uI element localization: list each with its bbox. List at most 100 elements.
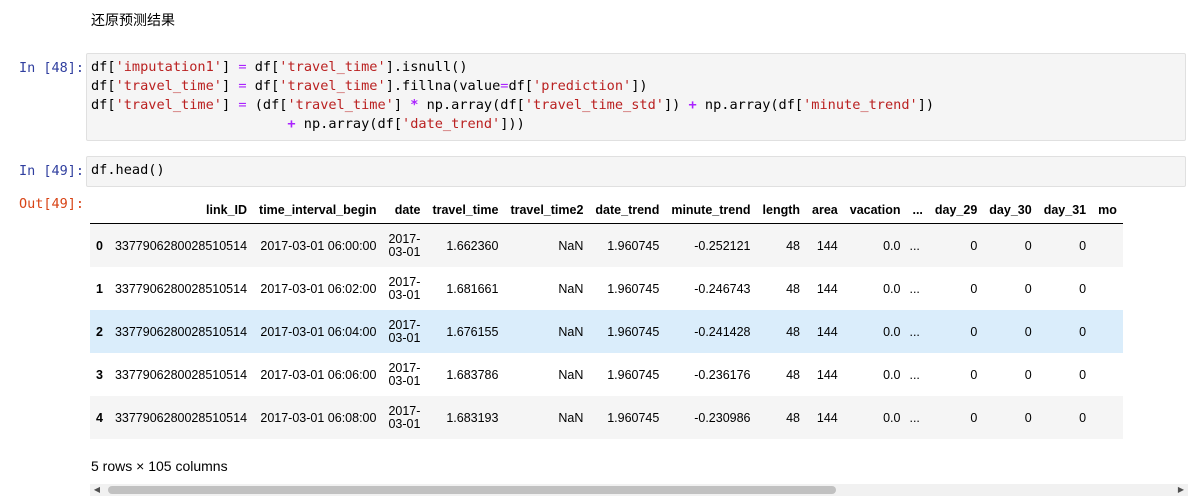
code-token: ].isnull() — [385, 59, 468, 75]
table-cell: 3377906280028510514 — [114, 281, 248, 296]
table-cell: -0.236176 — [694, 367, 751, 382]
code-token: + — [287, 116, 296, 132]
column-header: ... — [912, 202, 923, 217]
table-cell: 144 — [816, 238, 838, 253]
table-cell: -0.241428 — [694, 324, 751, 339]
code-string: 'travel_time' — [115, 78, 222, 94]
table-cell: 0 — [1024, 324, 1032, 339]
code-token: ].fillna(value — [385, 78, 501, 94]
table-cell: 144 — [816, 324, 838, 339]
table-row[interactable]: 2 3377906280028510514 2017-03-01 06:04:00 2… — [90, 310, 1123, 353]
table-cell: ... — [909, 281, 920, 296]
table-cell: 0 — [1079, 324, 1087, 339]
table-cell: 0 — [1079, 238, 1087, 253]
column-header: length — [762, 202, 801, 217]
code-token: np.array(df[ — [696, 97, 804, 113]
table-cell — [1092, 224, 1123, 268]
column-header: travel_time — [432, 202, 499, 217]
code-token: = — [238, 97, 247, 113]
table-cell: 2017-03-01 — [388, 274, 421, 302]
column-header: day_30 — [989, 202, 1032, 217]
column-header: day_31 — [1043, 202, 1087, 217]
cell-48-code-editor[interactable]: df['imputation1'] = df['travel_time'].is… — [86, 53, 1186, 141]
code-token: = — [238, 59, 247, 75]
cell-49-out-prompt: Out[49]: — [18, 196, 84, 212]
table-cell: 0 — [970, 410, 978, 425]
cell-49-code: df.head() — [91, 162, 165, 178]
dataframe-output[interactable]: link_ID time_interval_begin date travel_tim… — [90, 196, 1188, 439]
column-header: link_ID — [206, 202, 248, 217]
code-line: df['imputation1'] = df['travel_time'].is… — [91, 58, 1185, 77]
code-token: + — [688, 97, 697, 113]
column-header: vacation — [849, 202, 901, 217]
table-cell: 3377906280028510514 — [114, 324, 248, 339]
code-line: + np.array(df['date_trend'])) — [91, 115, 1185, 134]
table-cell: 2017-03-01 06:04:00 — [260, 324, 377, 339]
scroll-right-arrow-icon[interactable]: ▶ — [1174, 484, 1188, 496]
table-cell: 0 — [1024, 410, 1032, 425]
table-cell: 1.676155 — [446, 324, 499, 339]
code-token: np.array(df[ — [418, 97, 525, 113]
table-cell: 2017-03-01 06:00:00 — [260, 238, 377, 253]
horizontal-scrollbar[interactable]: ◀ ▶ — [90, 484, 1188, 496]
table-cell: 0 — [1079, 281, 1087, 296]
table-cell: 0.0 — [883, 281, 901, 296]
column-header: day_29 — [934, 202, 978, 217]
column-header: time_interval_begin — [259, 202, 377, 217]
table-cell: 144 — [816, 367, 838, 382]
table-row[interactable]: 0 3377906280028510514 2017-03-01 06:00:00 2… — [90, 223, 1123, 268]
table-cell: NaN — [558, 410, 584, 425]
table-row[interactable]: 1 3377906280028510514 2017-03-01 06:02:00 2… — [90, 267, 1123, 310]
code-token: ]) — [663, 97, 689, 113]
table-cell: 3377906280028510514 — [114, 367, 248, 382]
code-token: (df[ — [246, 97, 288, 113]
table-cell: 1.960745 — [607, 238, 660, 253]
table-cell: 0 — [970, 367, 978, 382]
table-cell: -0.230986 — [694, 410, 751, 425]
code-string: 'prediction' — [533, 78, 632, 94]
code-string: 'date_trend' — [402, 116, 501, 132]
code-string: 'travel_time' — [115, 97, 222, 113]
dataframe-table: link_ID time_interval_begin date travel_tim… — [90, 196, 1123, 439]
table-cell: ... — [909, 238, 920, 253]
code-token: ]) — [631, 78, 648, 94]
scroll-left-arrow-icon[interactable]: ◀ — [90, 484, 104, 496]
row-index: 2 — [96, 324, 103, 339]
cell-49-code-editor[interactable]: df.head() — [86, 156, 1186, 187]
code-token: ]) — [917, 97, 935, 113]
table-cell: 144 — [816, 410, 838, 425]
row-index: 0 — [96, 238, 103, 253]
table-cell: 0 — [970, 238, 978, 253]
table-row[interactable]: 4 3377906280028510514 2017-03-01 06:08:00 2… — [90, 396, 1123, 439]
code-string: 'travel_time_std' — [524, 97, 664, 113]
table-cell: 0 — [970, 324, 978, 339]
table-cell: 48 — [786, 324, 801, 339]
table-cell: NaN — [558, 281, 584, 296]
table-cell: 1.683786 — [446, 367, 499, 382]
table-cell: 3377906280028510514 — [114, 238, 248, 253]
table-cell: 2017-03-01 06:06:00 — [260, 367, 377, 382]
code-string: 'imputation1' — [115, 59, 222, 75]
table-cell: 48 — [786, 238, 801, 253]
code-string: 'travel_time' — [279, 78, 386, 94]
code-token: df[ — [91, 97, 116, 113]
scrollbar-thumb[interactable] — [108, 486, 836, 494]
table-cell — [1092, 353, 1123, 396]
table-cell: 0.0 — [883, 410, 901, 425]
code-string: 'minute_trend' — [803, 97, 918, 113]
table-row[interactable]: 3 3377906280028510514 2017-03-01 06:06:00 2… — [90, 353, 1123, 396]
table-cell: 1.960745 — [607, 410, 660, 425]
row-index: 1 — [96, 281, 103, 296]
dataframe-shape-summary: 5 rows × 105 columns — [91, 458, 228, 474]
table-cell: 0.0 — [883, 238, 901, 253]
table-cell: 2017-03-01 06:08:00 — [260, 410, 377, 425]
code-token: np.array(df[ — [295, 116, 403, 132]
table-cell: 0 — [1079, 410, 1087, 425]
column-header: mo — [1098, 202, 1117, 217]
table-cell: 48 — [786, 410, 801, 425]
column-header: date — [394, 202, 421, 217]
code-token: df[ — [91, 78, 116, 94]
code-token: = — [238, 78, 247, 94]
table-cell: 0 — [970, 281, 978, 296]
